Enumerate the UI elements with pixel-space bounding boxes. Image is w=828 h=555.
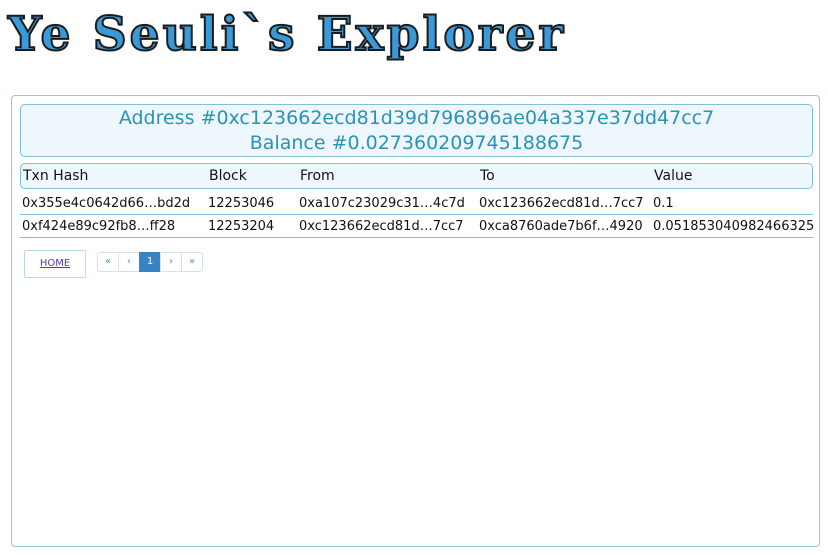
pagination: « ‹ 1 › » — [97, 252, 203, 272]
first-page-button[interactable]: « — [97, 252, 119, 272]
block-cell[interactable]: 12253204 — [208, 219, 274, 234]
block-cell[interactable]: 12253046 — [208, 196, 274, 211]
to-cell[interactable]: 0xc123662ecd81d…7cc7 — [479, 196, 644, 211]
site-logo: Ye Seuli`s Explorer — [7, 6, 567, 63]
column-header-from: From — [300, 168, 335, 184]
table-row: 0xf424e89c92fb8…ff28 12253204 0xc123662e… — [20, 216, 815, 238]
address-line: Address #0xc123662ecd81d39d796896ae04a33… — [118, 107, 715, 129]
column-header-to: To — [480, 168, 495, 184]
txn-hash-cell[interactable]: 0x355e4c0642d66…bd2d — [22, 196, 190, 211]
balance-line: Balance #0.027360209745188675 — [249, 132, 584, 154]
column-header-txn-hash: Txn Hash — [23, 168, 89, 184]
address-panel: Address #0xc123662ecd81d39d796896ae04a33… — [11, 95, 820, 547]
previous-page-button[interactable]: ‹ — [118, 252, 140, 272]
value-cell: 0.051853040982466325 — [653, 219, 815, 234]
from-cell[interactable]: 0xc123662ecd81d…7cc7 — [299, 219, 464, 234]
table-row: 0x355e4c0642d66…bd2d 12253046 0xa107c230… — [20, 193, 813, 215]
address-header: Address #0xc123662ecd81d39d796896ae04a33… — [20, 104, 813, 157]
column-header-block: Block — [209, 168, 247, 184]
from-cell[interactable]: 0xa107c23029c31…4c7d — [299, 196, 465, 211]
table-header: Txn Hash Block From To Value — [20, 163, 813, 189]
current-page-button[interactable]: 1 — [139, 252, 161, 272]
txn-hash-cell[interactable]: 0xf424e89c92fb8…ff28 — [22, 219, 175, 234]
value-cell: 0.1 — [653, 196, 674, 211]
column-header-value: Value — [654, 168, 693, 184]
to-cell[interactable]: 0xca8760ade7b6f…4920 — [479, 219, 643, 234]
last-page-button[interactable]: » — [181, 252, 203, 272]
next-page-button[interactable]: › — [160, 252, 182, 272]
home-button[interactable]: HOME — [24, 250, 86, 278]
